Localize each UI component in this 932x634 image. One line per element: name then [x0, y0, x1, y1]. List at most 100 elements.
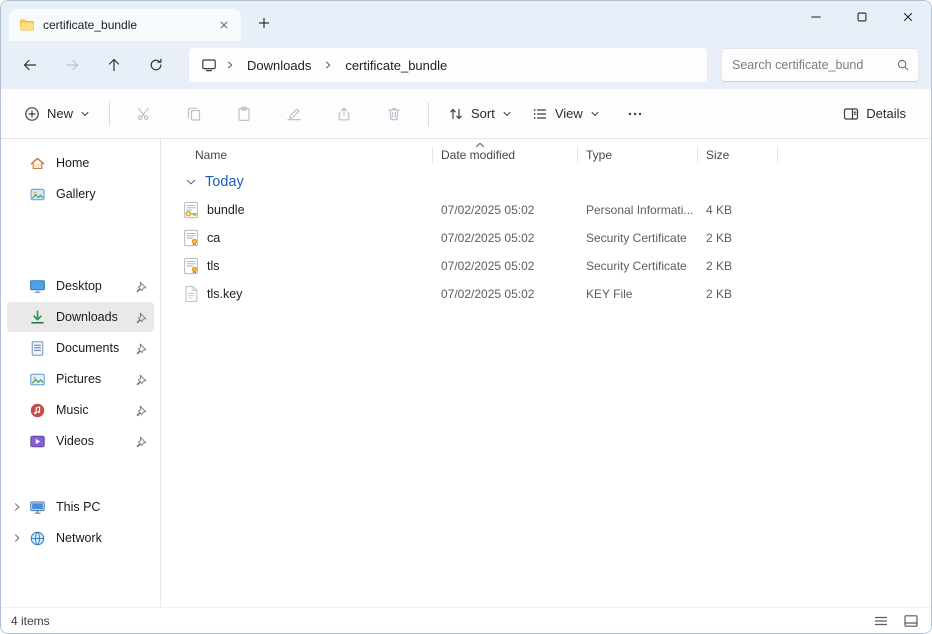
pin-icon	[135, 280, 148, 293]
sidebar-item-label: This PC	[56, 500, 100, 514]
file-name: tls	[207, 252, 220, 280]
back-button[interactable]	[13, 48, 47, 82]
file-row-tls-key[interactable]: tls.key 07/02/2025 05:02 KEY File 2 KB	[177, 280, 931, 308]
share-button[interactable]	[324, 96, 364, 132]
sidebar-item-label: Desktop	[56, 279, 102, 293]
thumbnail-view-button[interactable]	[899, 611, 923, 631]
explorer-tab[interactable]: certificate_bundle	[9, 9, 241, 41]
column-header-label: Type	[586, 148, 612, 162]
breadcrumb-downloads[interactable]: Downloads	[243, 55, 315, 76]
tab-title: certificate_bundle	[43, 18, 205, 32]
sidebar-item-label: Downloads	[56, 310, 118, 324]
sort-button[interactable]: Sort	[439, 98, 521, 130]
refresh-button[interactable]	[139, 48, 173, 82]
plus-icon	[258, 17, 270, 29]
rename-button[interactable]	[274, 96, 314, 132]
address-bar[interactable]: Downloads certificate_bundle	[189, 48, 707, 82]
sidebar-item-documents[interactable]: Documents	[7, 333, 154, 363]
chevron-right-icon	[11, 501, 23, 513]
details-view-icon	[873, 613, 889, 629]
group-header-today[interactable]: Today	[177, 168, 931, 196]
navigation-bar: Downloads certificate_bundle	[1, 41, 931, 89]
network-icon	[29, 530, 46, 547]
details-pane-button[interactable]: Details	[834, 98, 915, 130]
column-header-label: Name	[195, 148, 227, 162]
chevron-right-icon	[225, 60, 235, 70]
column-header-name[interactable]: Name	[177, 142, 433, 168]
status-bar: 4 items	[1, 607, 931, 633]
minimize-button[interactable]	[793, 1, 839, 32]
sidebar-item-music[interactable]: Music	[7, 395, 154, 425]
toolbar-separator	[428, 102, 429, 126]
sidebar-item-pictures[interactable]: Pictures	[7, 364, 154, 394]
back-arrow-icon	[22, 57, 38, 73]
view-toggle-group	[869, 611, 923, 631]
details-view-button[interactable]	[869, 611, 893, 631]
search-box[interactable]	[721, 48, 919, 82]
pfx-certificate-icon	[182, 201, 200, 219]
forward-arrow-icon	[64, 57, 80, 73]
maximize-button[interactable]	[839, 1, 885, 32]
cut-button[interactable]	[124, 96, 164, 132]
column-header-size[interactable]: Size	[698, 142, 778, 168]
up-button[interactable]	[97, 48, 131, 82]
file-size: 2 KB	[698, 224, 778, 252]
new-tab-button[interactable]	[249, 8, 279, 38]
pin-icon	[135, 435, 148, 448]
close-button[interactable]	[885, 1, 931, 32]
sidebar-item-this-pc[interactable]: This PC	[7, 492, 154, 522]
sort-ascending-icon	[475, 142, 485, 148]
tab-close-button[interactable]	[213, 14, 235, 36]
file-explorer-window: certificate_bundle Downloads certificate…	[0, 0, 932, 634]
sidebar-item-label: Pictures	[56, 372, 101, 386]
file-list-area: Name Date modified Type Size Today bundl…	[161, 139, 931, 607]
file-row-bundle[interactable]: bundle 07/02/2025 05:02 Personal Informa…	[177, 196, 931, 224]
sidebar-item-label: Gallery	[56, 187, 96, 201]
toolbar-separator	[109, 102, 110, 126]
sidebar-item-downloads[interactable]: Downloads	[7, 302, 154, 332]
search-input[interactable]	[732, 58, 896, 72]
breadcrumb-current-folder[interactable]: certificate_bundle	[341, 55, 451, 76]
forward-button[interactable]	[55, 48, 89, 82]
view-list-icon	[532, 106, 548, 122]
titlebar: certificate_bundle	[1, 1, 931, 41]
navigation-pane: Home Gallery Desktop Downloads Documents	[1, 139, 161, 607]
pin-icon	[135, 404, 148, 417]
sidebar-item-gallery[interactable]: Gallery	[7, 179, 154, 209]
chevron-down-icon	[185, 176, 197, 188]
file-row-tls[interactable]: tls 07/02/2025 05:02 Security Certificat…	[177, 252, 931, 280]
file-type: Security Certificate	[578, 224, 698, 252]
column-header-date-modified[interactable]: Date modified	[433, 142, 578, 168]
minimize-icon	[809, 10, 823, 24]
view-button[interactable]: View	[523, 98, 609, 130]
desktop-icon	[29, 278, 46, 295]
chevron-right-icon	[11, 532, 23, 544]
delete-button[interactable]	[374, 96, 414, 132]
file-size: 2 KB	[698, 280, 778, 308]
refresh-icon	[148, 57, 164, 73]
downloads-icon	[29, 309, 46, 326]
key-file-icon	[182, 285, 200, 303]
new-button[interactable]: New	[15, 98, 99, 130]
sidebar-item-label: Network	[56, 531, 102, 545]
sidebar-item-desktop[interactable]: Desktop	[7, 271, 154, 301]
sidebar-item-home[interactable]: Home	[7, 148, 154, 178]
security-certificate-icon	[182, 257, 200, 275]
sidebar-item-label: Documents	[56, 341, 119, 355]
more-options-button[interactable]	[615, 96, 655, 132]
paste-button[interactable]	[224, 96, 264, 132]
pictures-icon	[29, 371, 46, 388]
column-header-type[interactable]: Type	[578, 142, 698, 168]
group-label: Today	[205, 174, 244, 190]
gallery-icon	[29, 186, 46, 203]
sidebar-item-videos[interactable]: Videos	[7, 426, 154, 456]
copy-button[interactable]	[174, 96, 214, 132]
sort-icon	[448, 106, 464, 122]
folder-icon	[19, 17, 35, 33]
share-icon	[336, 106, 352, 122]
chevron-right-icon	[323, 60, 333, 70]
file-row-ca[interactable]: ca 07/02/2025 05:02 Security Certificate…	[177, 224, 931, 252]
sidebar-item-network[interactable]: Network	[7, 523, 154, 553]
body-area: Home Gallery Desktop Downloads Documents	[1, 139, 931, 607]
details-pane-icon	[843, 106, 859, 122]
